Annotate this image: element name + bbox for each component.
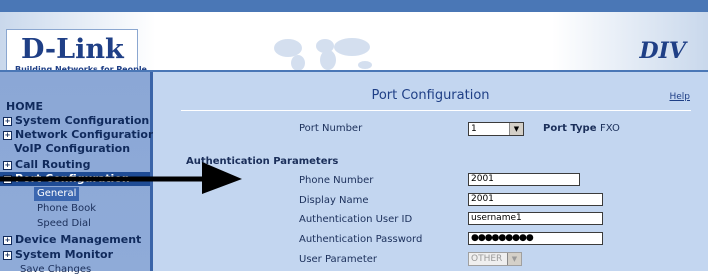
auth-user-id-label: Authentication User ID bbox=[299, 214, 413, 225]
expand-icon[interactable]: + bbox=[3, 131, 12, 140]
user-parameter-value: OTHER bbox=[471, 254, 503, 264]
port-type-value: FXO bbox=[600, 123, 620, 134]
menu-item-general[interactable]: General bbox=[34, 187, 80, 201]
menu-item-phone-book[interactable]: Phone Book bbox=[37, 202, 96, 216]
menu-item-device-management[interactable]: + Device Management bbox=[3, 233, 141, 247]
header: D-Link Building Networks for People DIV bbox=[0, 12, 708, 79]
menu-item-home[interactable]: HOME bbox=[6, 100, 43, 114]
menu-label: HOME bbox=[6, 100, 44, 113]
user-parameter-select: OTHER ▼ bbox=[468, 252, 522, 266]
display-name-label: Display Name bbox=[299, 195, 369, 206]
expand-icon[interactable]: + bbox=[3, 251, 12, 260]
menu-item-network-configuration[interactable]: + Network Configuration bbox=[3, 128, 156, 142]
menu-item-voip-configuration[interactable]: VoIP Configuration bbox=[14, 142, 130, 156]
menu-label: System Configuration bbox=[15, 114, 150, 127]
menu-label: VoIP Configuration bbox=[14, 142, 131, 155]
menu-item-speed-dial[interactable]: Speed Dial bbox=[37, 217, 91, 231]
port-type-label: Port Type bbox=[543, 123, 597, 134]
menu-label: Speed Dial bbox=[37, 218, 91, 229]
display-name-field[interactable] bbox=[468, 193, 603, 206]
auth-password-label: Authentication Password bbox=[299, 234, 423, 245]
product-brand: DIV bbox=[639, 38, 686, 64]
phone-number-field[interactable] bbox=[468, 173, 580, 186]
logo-text: D-Link bbox=[21, 34, 124, 65]
world-map-icon bbox=[274, 38, 372, 71]
port-number-select[interactable]: 1 ▼ bbox=[468, 122, 524, 136]
collapse-icon[interactable]: − bbox=[3, 175, 12, 184]
expand-icon[interactable]: + bbox=[3, 161, 12, 170]
menu-label: Device Management bbox=[15, 233, 142, 246]
menu-item-system-configuration[interactable]: + System Configuration bbox=[3, 114, 149, 128]
menu-item-system-monitor[interactable]: + System Monitor bbox=[3, 248, 113, 262]
menu-item-call-routing[interactable]: + Call Routing bbox=[3, 158, 90, 172]
title-rule bbox=[181, 110, 691, 111]
page-title: Port Configuration bbox=[371, 88, 490, 103]
sidebar: HOME + System Configuration + Network Conf… bbox=[0, 72, 156, 275]
menu-label: Network Configuration bbox=[15, 128, 156, 141]
user-parameter-label: User Parameter bbox=[299, 254, 377, 265]
expand-icon[interactable]: + bbox=[3, 236, 12, 245]
menu-label: General bbox=[37, 188, 77, 199]
help-link[interactable]: Help bbox=[669, 92, 690, 102]
menu-item-save-changes[interactable]: Save Changes bbox=[20, 263, 91, 277]
port-number-value: 1 bbox=[471, 124, 477, 134]
chevron-down-icon[interactable]: ▼ bbox=[509, 123, 523, 135]
auth-password-field[interactable] bbox=[468, 232, 603, 245]
main-content: Port Configuration Help Port Number 1 ▼ … bbox=[153, 72, 708, 271]
menu-label: Call Routing bbox=[15, 158, 91, 171]
phone-number-label: Phone Number bbox=[299, 175, 374, 186]
auth-user-id-field[interactable] bbox=[468, 212, 603, 225]
menu-label: System Monitor bbox=[15, 248, 113, 261]
expand-icon[interactable]: + bbox=[3, 117, 12, 126]
top-bar bbox=[0, 0, 708, 12]
menu-label: Port Configuration bbox=[15, 172, 130, 185]
menu-label: Save Changes bbox=[20, 264, 92, 275]
chevron-down-icon: ▼ bbox=[507, 253, 521, 265]
port-number-label: Port Number bbox=[299, 123, 363, 134]
menu-label: Phone Book bbox=[37, 203, 97, 214]
menu-item-port-configuration[interactable]: − Port Configuration bbox=[0, 172, 150, 186]
section-title: Authentication Parameters bbox=[186, 156, 339, 167]
